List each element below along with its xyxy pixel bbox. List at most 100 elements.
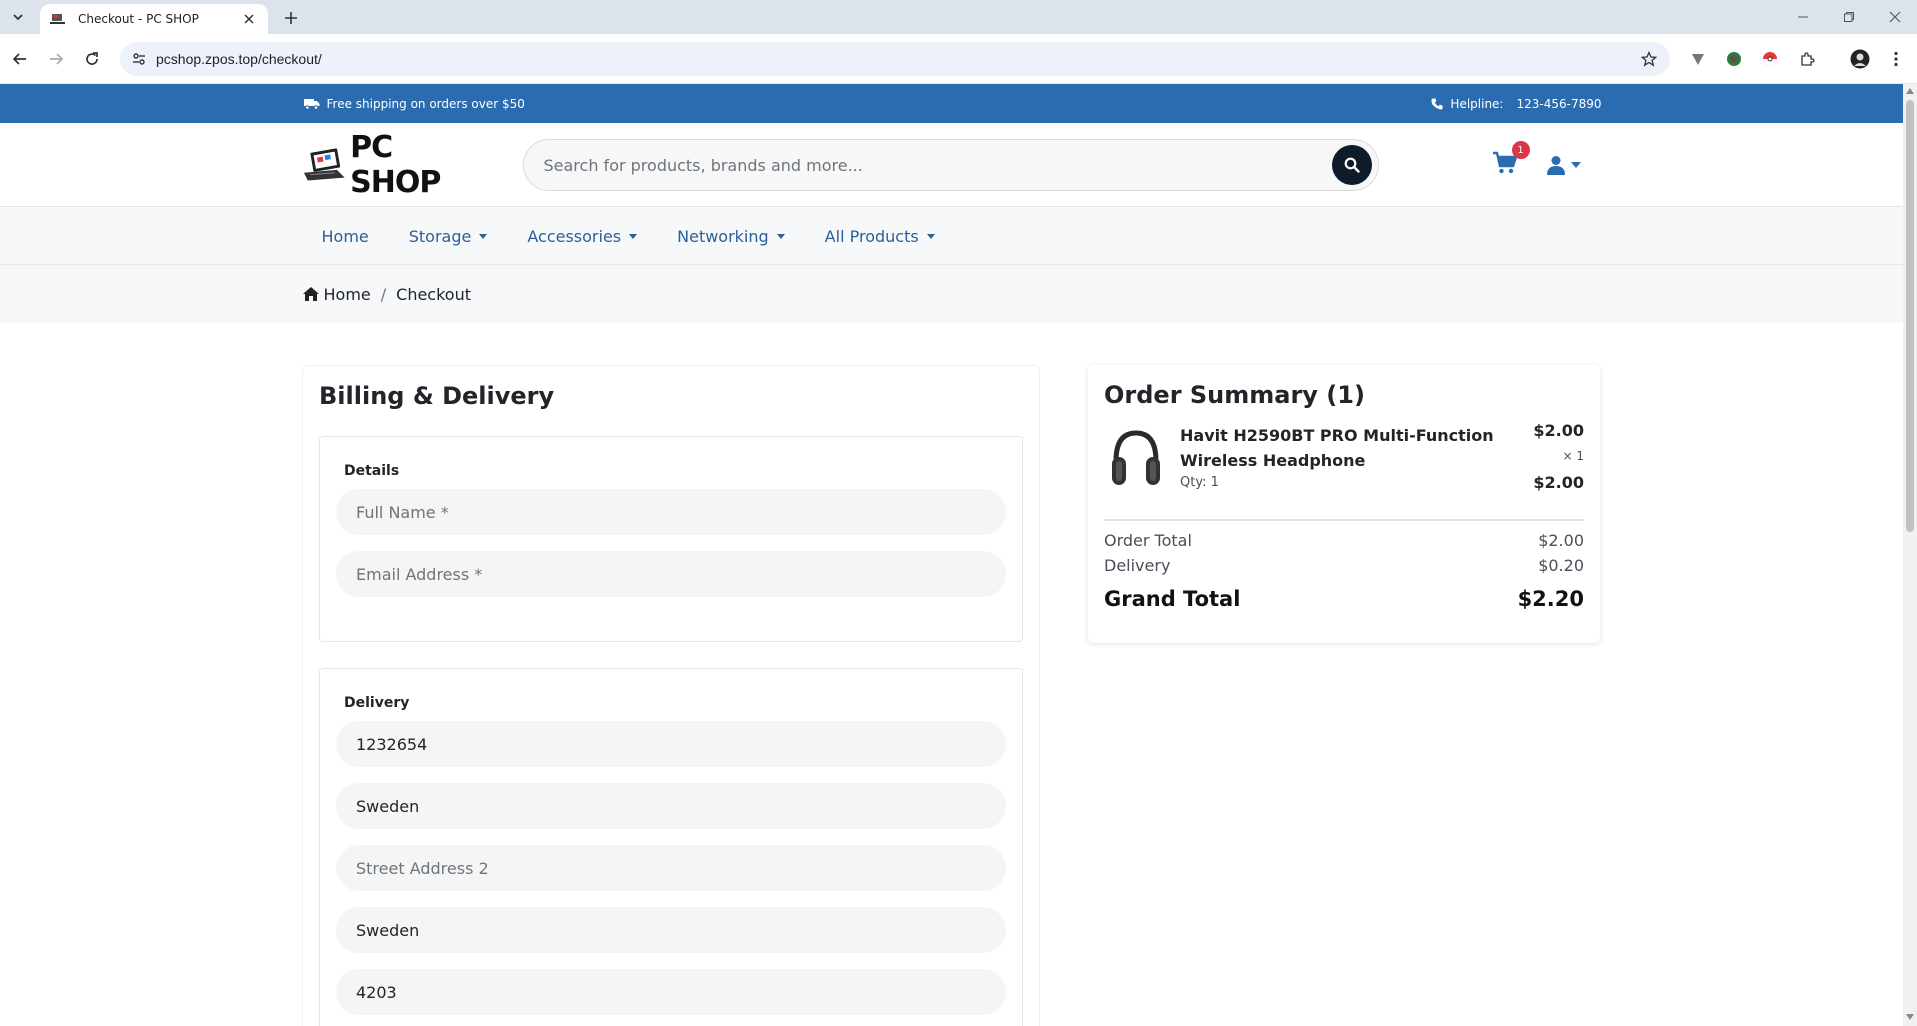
favicon-icon [50,11,66,27]
announcement-bar: Free shipping on orders over $50 Helplin… [0,84,1903,123]
breadcrumb-current: Checkout [396,284,471,304]
tab-close-icon[interactable] [240,10,258,28]
city-field[interactable] [336,907,1006,953]
search-button[interactable] [1331,145,1372,185]
delivery-value: $0.20 [1538,556,1584,575]
checkout-main: Billing & Delivery Details Delivery Orde… [0,323,1903,1026]
page-viewport: Free shipping on orders over $50 Helplin… [0,84,1903,1026]
cart-item: Havit H2590BT PRO Multi-Function Wireles… [1104,421,1584,521]
nav-item-label: Home [321,226,369,246]
helpline-number[interactable]: 123-456-7890 [1516,97,1601,111]
breadcrumb: Home / Checkout [0,265,1903,323]
item-price: $2.00 [1533,421,1584,440]
delivery-card: Delivery [319,668,1023,1026]
breadcrumb-home-label: Home [323,284,371,304]
breadcrumb-separator: / [380,284,387,304]
reload-icon[interactable] [80,47,104,71]
shipping-notice: Free shipping on orders over $50 [303,96,525,111]
profile-avatar-icon[interactable] [1848,47,1872,71]
details-label: Details [344,463,400,479]
billing-title: Billing & Delivery [319,382,555,410]
headphone-product-image [1112,430,1160,485]
caret-down-icon [479,233,488,239]
breadcrumb-home[interactable]: Home [302,285,371,304]
email-field[interactable] [336,551,1006,597]
helpline-label: Helpline: [1450,96,1504,111]
browser-tab-active[interactable]: Checkout - PC SHOP [40,4,268,34]
logo-text: PC SHOP [350,130,441,200]
street-address-2-field[interactable] [336,845,1006,891]
extension-v-icon[interactable] [1686,47,1710,71]
cart-button[interactable]: 1 [1492,141,1530,181]
site-logo[interactable]: PC SHOP [302,130,488,200]
browser-tabstrip: Checkout - PC SHOP [0,0,1917,34]
caret-down-icon [926,233,935,239]
phone-icon [1431,98,1443,109]
search-input[interactable] [523,140,1332,190]
shipping-text: Free shipping on orders over $50 [326,96,525,111]
billing-delivery-panel: Billing & Delivery Details Delivery [302,365,1040,1026]
nav-item-accessories[interactable]: Accessories [507,207,657,265]
delivery-label: Delivery [344,695,410,711]
nav-item-storage[interactable]: Storage [389,207,508,265]
extension-globe-icon[interactable] [1722,47,1746,71]
tab-search-button[interactable] [6,5,30,29]
item-multiplier: × 1 [1562,449,1584,463]
browser-toolbar: pcshop.zpos.top/checkout/ [0,34,1917,84]
grand-total-value: $2.20 [1517,587,1584,611]
grand-total-row: Grand Total $2.20 [1104,587,1584,611]
browser-menu-icon[interactable] [1884,47,1908,71]
home-icon [302,287,319,301]
search-bar [522,139,1379,191]
cart-count-badge: 1 [1511,141,1530,159]
street-address-field[interactable] [336,721,1006,767]
delivery-row: Delivery $0.20 [1104,556,1584,575]
order-total-row: Order Total $2.00 [1104,531,1584,550]
nav-item-label: Storage [408,226,472,246]
chevron-down-icon [13,14,23,21]
caret-down-icon [1570,162,1581,168]
site-info-icon[interactable] [122,42,156,76]
main-navigation: Home Storage Accessories Networking All … [0,207,1903,265]
order-total-value: $2.00 [1538,531,1584,550]
postcode-field[interactable] [336,969,1006,1015]
url-text: pcshop.zpos.top/checkout/ [156,51,322,67]
nav-item-all-products[interactable]: All Products [805,207,955,265]
extensions-puzzle-icon[interactable] [1795,47,1819,71]
scroll-down-icon[interactable] [1905,1012,1915,1022]
nav-item-networking[interactable]: Networking [657,207,805,265]
country-field[interactable] [336,783,1006,829]
scrollbar-thumb[interactable] [1906,100,1914,532]
minimize-icon[interactable] [1792,6,1814,28]
delivery-label: Delivery [1104,556,1171,575]
item-name[interactable]: Havit H2590BT PRO Multi-Function Wireles… [1180,423,1540,473]
page-scrollbar[interactable] [1903,84,1917,1026]
item-qty: Qty: 1 [1180,475,1219,490]
item-line-total: $2.00 [1533,473,1584,492]
bookmark-star-icon[interactable] [1632,42,1666,76]
search-icon [1344,157,1360,173]
nav-item-label: Accessories [527,226,622,246]
tab-title: Checkout - PC SHOP [78,12,199,26]
caret-down-icon [629,233,638,239]
address-bar[interactable]: pcshop.zpos.top/checkout/ [120,42,1670,76]
site-header: PC SHOP 1 [0,123,1903,207]
restore-icon[interactable] [1838,6,1860,28]
order-total-label: Order Total [1104,531,1192,550]
forward-icon[interactable] [44,47,68,71]
nav-item-label: All Products [824,226,919,246]
nav-item-label: Networking [677,226,769,246]
scroll-up-icon[interactable] [1905,86,1915,96]
full-name-field[interactable] [336,489,1006,535]
extension-pokeball-icon[interactable] [1758,47,1782,71]
close-window-icon[interactable] [1884,6,1906,28]
account-menu[interactable] [1546,151,1592,179]
order-summary-title: Order Summary (1) [1104,381,1365,409]
details-card: Details [319,436,1023,642]
truck-icon [303,98,319,110]
new-tab-icon[interactable] [280,7,302,29]
caret-down-icon [776,233,785,239]
grand-total-label: Grand Total [1104,587,1241,611]
nav-item-home[interactable]: Home [302,207,389,265]
back-icon[interactable] [8,47,32,71]
